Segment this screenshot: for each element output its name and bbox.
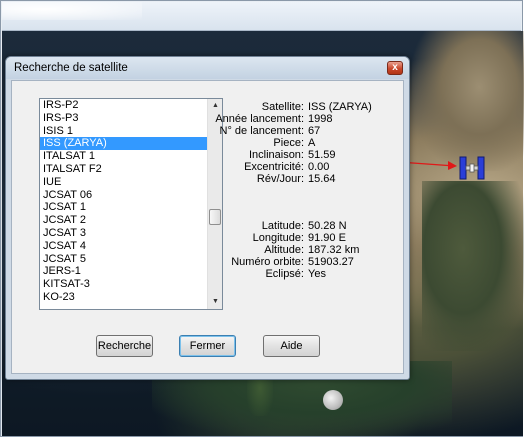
dialog-content: IRS-P2 IRS-P3 ISIS 1 ISS (ZARYA) ITALSAT… [11,80,404,374]
inclination-label: Inclinaison: [248,149,304,161]
satellite-value: ISS (ZARYA) [308,101,372,113]
land-mass-north [412,31,524,171]
launch-number-value: 67 [308,125,321,137]
dialog-title-bar[interactable]: Recherche de satellite x [6,57,409,79]
satellite-search-dialog: Recherche de satellite x IRS-P2 IRS-P3 I… [5,56,410,380]
dialog-title: Recherche de satellite [14,62,128,74]
app-title-bar [2,2,521,31]
latitude-value: 50.28 N [308,220,347,232]
land-mass-east [422,181,524,351]
altitude-value: 187.32 km [308,244,360,256]
satellite-icon[interactable] [457,153,487,183]
scroll-down-arrow-icon[interactable]: ▼ [208,295,223,309]
piece-value: A [308,137,316,149]
longitude-value: 91.90 E [308,232,346,244]
launch-year-value: 1998 [308,113,333,125]
close-dialog-button[interactable]: Fermer [179,335,236,357]
satellite-label: Satellite: [261,101,304,113]
revs-per-day-value: 15.64 [308,173,336,185]
close-button[interactable]: x [387,61,403,75]
help-button[interactable]: Aide [263,335,320,357]
latitude-label: Latitude: [261,220,304,232]
piece-label: Piece: [273,137,304,149]
peninsula [247,376,273,416]
list-item[interactable]: KITSAT-3 [40,278,207,291]
longitude-label: Longitude: [252,232,304,244]
list-item[interactable]: JCSAT 06 [40,189,207,202]
altitude-label: Altitude: [264,244,304,256]
eclipse-value: Yes [308,268,326,280]
list-item[interactable]: KO-23 [40,291,207,304]
eccentricity-value: 0.00 [308,161,330,173]
launch-number-label: N° de lancement: [219,125,305,137]
eccentricity-label: Excentricité: [244,161,304,173]
revs-per-day-label: Rév/Jour: [256,173,304,185]
inclination-value: 51.59 [308,149,336,161]
list-item[interactable]: JCSAT 1 [40,201,207,214]
orbit-number-label: Numéro orbite: [231,256,304,268]
search-button[interactable]: Recherche [96,335,153,357]
moon-icon [323,390,343,410]
eclipse-label: Eclipsé: [265,268,304,280]
launch-year-label: Année lancement: [215,113,304,125]
orbit-number-value: 51903.27 [308,256,354,268]
